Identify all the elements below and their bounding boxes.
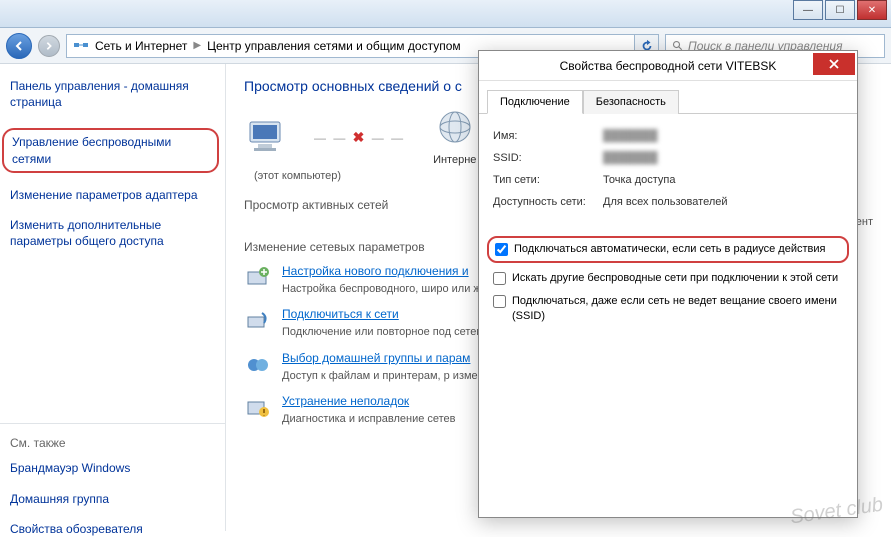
window-close-button[interactable]: ✕ [857, 0, 887, 20]
dialog-title: Свойства беспроводной сети VITEBSK [479, 51, 857, 81]
computer-icon [244, 118, 286, 156]
checkbox-hidden-ssid-input[interactable] [493, 295, 506, 308]
breadcrumb-2[interactable]: Центр управления сетями и общим доступом [207, 39, 461, 53]
task-troubleshoot-link[interactable]: Устранение неполадок [282, 394, 456, 408]
node-internet: Интерне [433, 108, 476, 166]
troubleshoot-icon [244, 394, 272, 422]
node-internet-label: Интерне [433, 154, 476, 166]
sidebar-link-homegroup[interactable]: Домашняя группа [10, 491, 215, 507]
new-connection-icon [244, 264, 272, 292]
control-panel-home-link[interactable]: Панель управления - домашняя страница [10, 78, 215, 110]
label-name: Имя: [493, 130, 603, 142]
sidebar-link-sharing-settings[interactable]: Изменить дополнительные параметры общего… [10, 217, 215, 249]
checkbox-hidden-ssid-label: Подключаться, даже если сеть не ведет ве… [512, 294, 843, 324]
minimize-button[interactable]: — [793, 0, 823, 20]
x-mark-icon: ✖ [353, 129, 367, 145]
task-troubleshoot-desc: Диагностика и исправление сетев [282, 412, 456, 427]
checkbox-auto-connect[interactable]: Подключаться автоматически, если сеть в … [487, 236, 849, 263]
back-button[interactable] [6, 33, 32, 59]
window-titlebar: — ☐ ✕ [0, 0, 891, 28]
sidebar-link-firewall[interactable]: Брандмауэр Windows [10, 460, 215, 476]
tab-connection[interactable]: Подключение [487, 90, 583, 114]
network-icon [73, 38, 89, 54]
checkbox-auto-connect-input[interactable] [495, 243, 508, 256]
checkbox-search-other-label: Искать другие беспроводные сети при подк… [512, 271, 838, 286]
checkbox-hidden-ssid[interactable]: Подключаться, даже если сеть не ведет ве… [493, 294, 843, 324]
arrow-right-icon [44, 41, 54, 51]
connection-broken: — — ✖ — — [314, 129, 405, 146]
checkbox-auto-connect-label: Подключаться автоматически, если сеть в … [514, 242, 825, 257]
value-network-type: Точка доступа [603, 174, 675, 186]
label-availability: Доступность сети: [493, 196, 603, 208]
label-network-type: Тип сети: [493, 174, 603, 186]
value-ssid: ███████ [603, 152, 658, 164]
sidebar-link-internet-options[interactable]: Свойства обозревателя [10, 521, 215, 537]
arrow-left-icon [13, 40, 25, 52]
value-name: ███████ [603, 130, 658, 142]
dialog-close-button[interactable] [813, 53, 855, 75]
homegroup-icon [244, 351, 272, 379]
chevron-right-icon: ▶ [193, 40, 201, 51]
sidebar-link-adapter-settings[interactable]: Изменение параметров адаптера [10, 187, 215, 203]
sidebar: Панель управления - домашняя страница Уп… [0, 64, 226, 531]
sidebar-see-also-heading: См. также [10, 436, 215, 450]
globe-icon [436, 108, 474, 146]
sidebar-link-wireless-management[interactable]: Управление беспроводными сетями [2, 128, 219, 172]
forward-button[interactable] [38, 35, 60, 57]
maximize-button[interactable]: ☐ [825, 0, 855, 20]
connect-network-icon [244, 307, 272, 335]
checkbox-search-other-input[interactable] [493, 272, 506, 285]
close-icon [828, 58, 840, 70]
node-this-computer [244, 118, 286, 156]
checkbox-search-other[interactable]: Искать другие беспроводные сети при подк… [493, 271, 843, 286]
label-ssid: SSID: [493, 152, 603, 164]
dialog-tabs: Подключение Безопасность [479, 81, 857, 114]
breadcrumb-1[interactable]: Сеть и Интернет [95, 39, 187, 53]
dialog-body: Имя: ███████ SSID: ███████ Тип сети: Точ… [479, 114, 857, 347]
tab-security[interactable]: Безопасность [583, 90, 679, 114]
wireless-properties-dialog: Свойства беспроводной сети VITEBSK Подкл… [478, 50, 858, 518]
value-availability: Для всех пользователей [603, 196, 728, 208]
sidebar-separator [0, 423, 225, 424]
